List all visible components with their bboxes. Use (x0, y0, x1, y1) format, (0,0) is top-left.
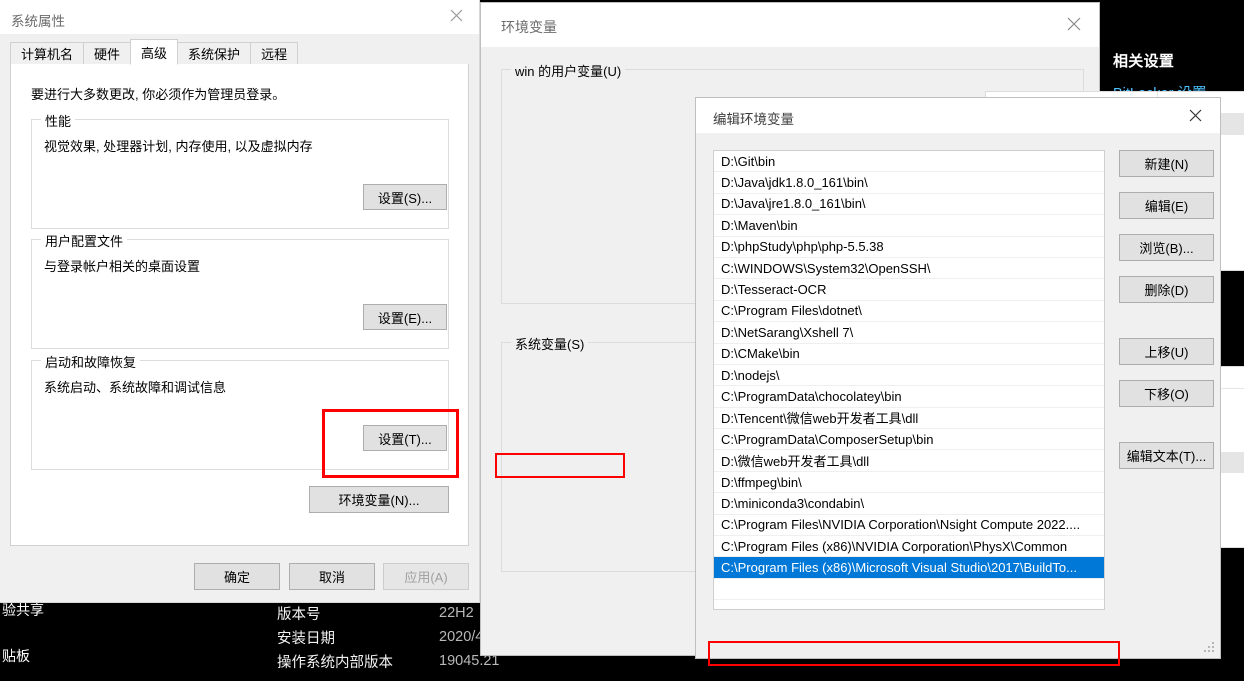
spec-value: 22H2 (439, 605, 474, 621)
tab-remote[interactable]: 远程 (250, 42, 299, 64)
group-legend: win 的用户变量(U) (511, 61, 626, 80)
group-description: 视觉效果, 处理器计划, 内存使用, 以及虚拟内存 (44, 139, 313, 154)
new-button[interactable]: 新建(N) (1119, 150, 1214, 177)
page-title: 系统属性 (11, 14, 65, 29)
resize-grip[interactable] (1204, 642, 1216, 654)
list-item[interactable]: C:\Program Files (x86)\NVIDIA Corporatio… (714, 536, 1104, 558)
edit-dialog-side-buttons: 新建(N) 编辑(E) 浏览(B)... 删除(D) 上移(U) 下移(O) 编… (1119, 150, 1215, 484)
titlebar: 环境变量 (481, 3, 1099, 47)
list-item[interactable]: D:\CMake\bin (714, 344, 1104, 365)
list-item[interactable]: D:\Java\jdk1.8.0_161\bin\ (714, 172, 1104, 194)
spec-key: 操作系统内部版本 (277, 654, 393, 671)
browse-button[interactable]: 浏览(B)... (1119, 234, 1214, 261)
list-item[interactable]: D:\微信web开发者工具\dll (714, 450, 1104, 472)
delete-button[interactable]: 删除(D) (1119, 276, 1214, 303)
apply-button: 应用(A) (383, 563, 469, 590)
list-item[interactable]: D:\Tesseract-OCR (714, 279, 1104, 301)
titlebar: 编辑环境变量 (696, 98, 1220, 133)
share-experience-label: 验共享 (2, 602, 44, 618)
list-item[interactable]: D:\Maven\bin (714, 215, 1104, 237)
edit-text-button[interactable]: 编辑文本(T)... (1119, 442, 1214, 469)
list-item[interactable]: C:\WINDOWS\System32\OpenSSH\ (714, 258, 1104, 280)
move-down-button[interactable]: 下移(O) (1119, 380, 1214, 407)
list-item[interactable]: C:\Program Files\dotnet\ (714, 301, 1104, 323)
startup-recovery-settings-button[interactable]: 设置(T)... (363, 425, 447, 451)
list-item[interactable]: D:\ffmpeg\bin\ (714, 472, 1104, 494)
group-legend: 启动和故障恢复 (41, 352, 141, 371)
close-icon[interactable] (1172, 100, 1218, 131)
tab-system-protection[interactable]: 系统保护 (177, 42, 252, 64)
list-item[interactable] (714, 579, 1104, 601)
environment-variables-button[interactable]: 环境变量(N)... (309, 486, 449, 513)
list-item[interactable]: D:\miniconda3\condabin\ (714, 493, 1104, 515)
titlebar: 系统属性 (0, 0, 479, 34)
related-settings-heading: 相关设置 (1113, 53, 1175, 70)
list-item[interactable]: C:\ProgramData\ComposerSetup\bin (714, 429, 1104, 451)
user-profiles-settings-button[interactable]: 设置(E)... (363, 304, 447, 330)
startup-recovery-group: 启动和故障恢复 系统启动、系统故障和调试信息 设置(T)... (31, 352, 449, 470)
list-item[interactable]: D:\NetSarang\Xshell 7\ (714, 322, 1104, 344)
advanced-tab-page: 要进行大多数更改, 你必须作为管理员登录。 性能 视觉效果, 处理器计划, 内存… (10, 64, 469, 546)
admin-hint-text: 要进行大多数更改, 你必须作为管理员登录。 (31, 87, 286, 102)
clipboard-label: 贴板 (2, 648, 30, 664)
group-legend: 性能 (41, 111, 76, 130)
performance-group: 性能 视觉效果, 处理器计划, 内存使用, 以及虚拟内存 设置(S)... (31, 111, 449, 229)
ok-button[interactable]: 确定 (194, 563, 280, 590)
performance-settings-button[interactable]: 设置(S)... (363, 184, 447, 210)
edit-button[interactable]: 编辑(E) (1119, 192, 1214, 219)
list-item[interactable]: C:\Program Files\NVIDIA Corporation\Nsig… (714, 515, 1104, 537)
group-description: 系统启动、系统故障和调试信息 (44, 380, 227, 395)
group-legend: 用户配置文件 (41, 231, 128, 250)
spec-key: 版本号 (277, 606, 321, 623)
list-item-selected[interactable]: C:\Program Files (x86)\Microsoft Visual … (714, 557, 1104, 579)
system-properties-dialog: 系统属性 计算机名 硬件 高级 系统保护 远程 要进行大多数更改, 你必须作为管… (0, 0, 479, 602)
tabstrip: 计算机名 硬件 高级 系统保护 远程 (10, 39, 469, 65)
tab-hardware[interactable]: 硬件 (83, 42, 132, 64)
page-title: 环境变量 (501, 19, 557, 35)
cancel-button[interactable]: 取消 (289, 563, 375, 590)
close-icon[interactable] (1051, 9, 1097, 39)
group-legend: 系统变量(S) (511, 334, 589, 353)
move-up-button[interactable]: 上移(U) (1119, 338, 1214, 365)
list-item[interactable]: D:\Tencent\微信web开发者工具\dll (714, 408, 1104, 430)
list-item[interactable]: D:\Git\bin (714, 151, 1104, 173)
close-icon[interactable] (434, 0, 479, 30)
tab-advanced[interactable]: 高级 (130, 39, 179, 65)
path-entries-list[interactable]: D:\Git\bin D:\Java\jdk1.8.0_161\bin\ D:\… (713, 150, 1105, 610)
edit-environment-variable-dialog: 编辑环境变量 D:\Git\bin D:\Java\jdk1.8.0_161\b… (695, 97, 1221, 666)
page-title: 编辑环境变量 (713, 112, 794, 127)
tab-computer-name[interactable]: 计算机名 (10, 42, 85, 64)
list-item[interactable]: D:\Java\jre1.8.0_161\bin\ (714, 194, 1104, 216)
screen: 相关设置 BitLocker 设置 验共享 贴板 版本号 22H2 安装日期 2… (0, 0, 1244, 681)
list-item[interactable]: D:\phpStudy\php\php-5.5.38 (714, 237, 1104, 258)
spec-key: 安装日期 (277, 630, 335, 647)
group-description: 与登录帐户相关的桌面设置 (44, 259, 201, 274)
list-item[interactable]: D:\nodejs\ (714, 365, 1104, 387)
list-item[interactable]: C:\ProgramData\chocolatey\bin (714, 386, 1104, 408)
user-profiles-group: 用户配置文件 与登录帐户相关的桌面设置 设置(E)... (31, 231, 449, 349)
